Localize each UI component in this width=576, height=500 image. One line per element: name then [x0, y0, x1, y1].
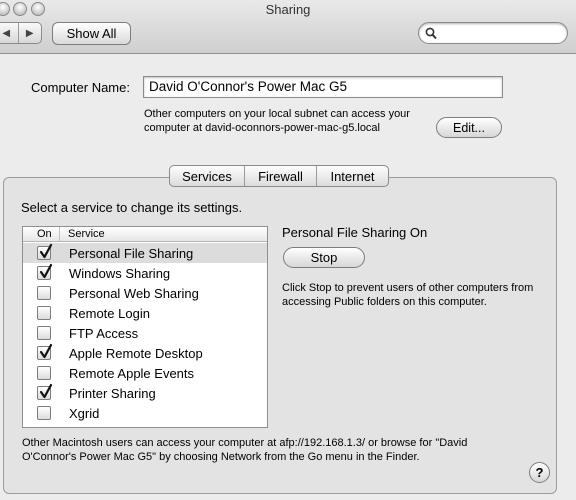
service-row[interactable]: Personal Web Sharing	[23, 283, 267, 303]
stop-button[interactable]: Stop	[283, 247, 365, 268]
search-field[interactable]	[418, 22, 568, 44]
service-status-title: Personal File Sharing On	[282, 225, 428, 240]
service-checkbox[interactable]	[37, 383, 53, 400]
service-row[interactable]: Remote Apple Events	[23, 363, 267, 383]
tab-firewall[interactable]: Firewall	[244, 166, 316, 186]
tab-services[interactable]: Services	[170, 166, 244, 186]
service-label: FTP Access	[69, 325, 139, 341]
computer-address-info: Other computers on your local subnet can…	[144, 108, 410, 134]
back-arrow-icon[interactable]: ◀	[0, 23, 18, 43]
service-row[interactable]: FTP Access	[23, 323, 267, 343]
service-row[interactable]: Printer Sharing	[23, 383, 267, 403]
search-input[interactable]	[441, 25, 561, 41]
service-label: Remote Apple Events	[69, 365, 195, 381]
tab-internet[interactable]: Internet	[316, 166, 388, 186]
afp-address-info: Other Macintosh users can access your co…	[22, 437, 468, 463]
service-checkbox[interactable]	[37, 243, 53, 260]
service-row[interactable]: Personal File Sharing	[23, 243, 267, 263]
service-row[interactable]: Xgrid	[23, 403, 267, 423]
service-checkbox[interactable]	[37, 406, 51, 420]
services-table-header: On Service	[23, 227, 267, 242]
help-button[interactable]: ?	[529, 462, 550, 483]
service-label: Personal Web Sharing	[69, 285, 199, 301]
service-checkbox[interactable]	[37, 366, 51, 380]
computer-name-label: Computer Name:	[31, 80, 130, 95]
forward-arrow-icon[interactable]: ▶	[17, 23, 42, 43]
column-header-service[interactable]: Service	[60, 227, 105, 241]
service-row[interactable]: Apple Remote Desktop	[23, 343, 267, 363]
computer-name-field[interactable]: David O'Connor's Power Mac G5	[143, 76, 503, 98]
service-checkbox[interactable]	[37, 326, 51, 340]
service-row[interactable]: Windows Sharing	[23, 263, 267, 283]
service-checkbox[interactable]	[37, 343, 53, 360]
stop-info-text: Click Stop to prevent users of other com…	[282, 282, 534, 308]
window-toolbar: Sharing ◀ ▶ Show All	[0, 0, 576, 54]
service-row[interactable]: Remote Login	[23, 303, 267, 323]
window-title: Sharing	[265, 2, 311, 17]
search-icon	[425, 27, 437, 40]
service-checkbox[interactable]	[37, 286, 51, 300]
service-label: Remote Login	[69, 305, 150, 321]
checkmark-icon	[39, 383, 53, 399]
tab-bar: Services Firewall Internet	[169, 165, 389, 187]
service-label: Personal File Sharing	[69, 245, 194, 261]
checkmark-icon	[39, 243, 53, 259]
column-header-on[interactable]: On	[23, 227, 60, 241]
checkmark-icon	[39, 263, 53, 279]
select-service-prompt: Select a service to change its settings.	[21, 200, 243, 215]
show-all-button[interactable]: Show All	[52, 22, 131, 45]
service-checkbox[interactable]	[37, 306, 51, 320]
services-table: On Service Personal File Sharing Windows …	[22, 226, 268, 428]
service-label: Apple Remote Desktop	[69, 345, 203, 361]
checkmark-icon	[39, 343, 53, 359]
service-label: Printer Sharing	[69, 385, 156, 401]
back-forward-control: ◀ ▶	[0, 22, 42, 44]
service-checkbox[interactable]	[37, 263, 53, 280]
service-label: Windows Sharing	[69, 265, 171, 281]
edit-button[interactable]: Edit...	[436, 117, 502, 138]
service-label: Xgrid	[69, 405, 100, 421]
